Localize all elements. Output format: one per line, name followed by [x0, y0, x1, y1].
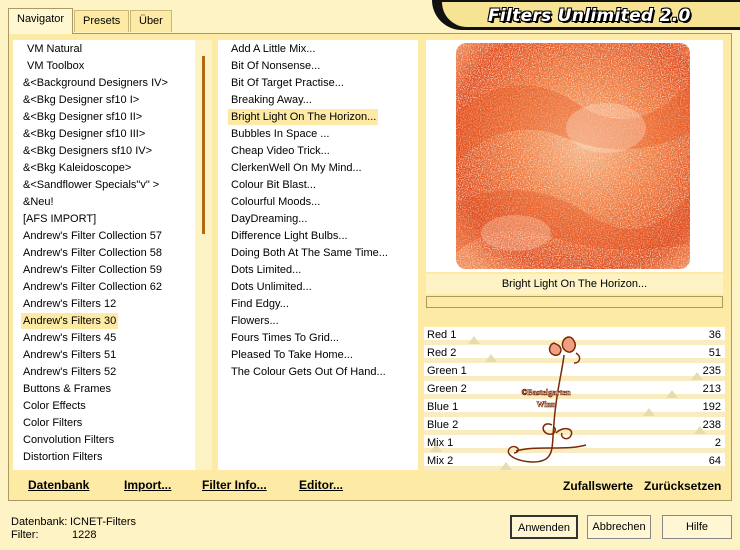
- category-item[interactable]: VM Toolbox: [25, 58, 86, 74]
- category-item[interactable]: Andrew's Filters 30: [21, 313, 119, 329]
- category-scrollbar[interactable]: [195, 40, 212, 470]
- category-item[interactable]: Andrew's Filters 12: [21, 296, 118, 312]
- random-values-button[interactable]: Zufallswerte: [563, 479, 633, 493]
- preview-caption: Bright Light On The Horizon...: [426, 274, 723, 294]
- slider-knob[interactable]: [690, 372, 703, 380]
- svg-text:Winn: Winn: [537, 400, 557, 409]
- app-title: Filters Unlimited 2.0: [488, 6, 691, 26]
- filters-unlimited-window: Navigator Presets Über Filters Unlimited…: [0, 0, 740, 550]
- category-item[interactable]: [AFS IMPORT]: [21, 211, 98, 227]
- filter-item[interactable]: Pleased To Take Home...: [228, 347, 378, 363]
- category-item[interactable]: Buttons & Frames: [21, 381, 113, 397]
- scrollbar-thumb[interactable]: [202, 56, 205, 234]
- svg-text:©Bastelgarten: ©Bastelgarten: [521, 388, 571, 397]
- slider-knob[interactable]: [642, 408, 655, 416]
- category-item[interactable]: &<Bkg Designer sf10 I>: [21, 92, 141, 108]
- tab-navigator[interactable]: Navigator: [8, 8, 74, 34]
- category-item[interactable]: &<Bkg Kaleidoscope>: [21, 160, 133, 176]
- filter-item[interactable]: Bit Of Nonsense...: [228, 58, 378, 74]
- category-item[interactable]: Color Filters: [21, 415, 84, 431]
- filter-item[interactable]: Doing Both At The Same Time...: [228, 245, 388, 261]
- category-item[interactable]: &<Background Designers IV>: [21, 75, 170, 91]
- filter-list[interactable]: Add A Little Mix... Bit Of Nonsense... Bit…: [218, 40, 418, 470]
- filter-item[interactable]: Colourful Moods...: [228, 194, 378, 210]
- status-filter-label: Filter:: [11, 529, 39, 541]
- slider-label: Red 2: [427, 347, 457, 359]
- filter-item[interactable]: The Colour Gets Out Of Hand...: [228, 364, 386, 380]
- filter-item[interactable]: DayDreaming...: [228, 211, 378, 227]
- category-item[interactable]: Andrew's Filters 45: [21, 330, 118, 346]
- tab-about[interactable]: Über: [130, 10, 172, 32]
- filter-item[interactable]: Difference Light Bulbs...: [228, 228, 378, 244]
- filter-item[interactable]: Colour Bit Blast...: [228, 177, 378, 193]
- category-list[interactable]: VM Natural VM Toolbox &<Background Designe…: [13, 40, 212, 470]
- progress-bar: [426, 296, 723, 308]
- slider-value: 36: [708, 329, 721, 341]
- category-item[interactable]: Andrew's Filter Collection 59: [21, 262, 164, 278]
- status-filter-count: Filter: 1228: [11, 529, 96, 541]
- filter-info-button[interactable]: Filter Info...: [202, 478, 267, 492]
- slider-label: Blue 2: [427, 419, 459, 431]
- slider-label: Blue 1: [427, 401, 459, 413]
- watermark-logo: ©Bastelgarten Winn: [507, 336, 587, 463]
- category-item[interactable]: &Neu!: [21, 194, 56, 210]
- slider-value: 51: [708, 347, 721, 359]
- editor-button[interactable]: Editor...: [299, 478, 343, 492]
- category-item[interactable]: Convolution Filters: [21, 432, 116, 448]
- slider-label: Green 2: [427, 383, 467, 395]
- slider-value: 213: [702, 383, 721, 395]
- status-database: Datenbank: ICNET-Filters: [11, 516, 136, 528]
- category-item[interactable]: Andrew's Filter Collection 58: [21, 245, 164, 261]
- category-item[interactable]: Andrew's Filter Collection 57: [21, 228, 164, 244]
- status-filter-value: 1228: [72, 529, 97, 541]
- category-item[interactable]: &<Sandflower Specials"v" >: [21, 177, 161, 193]
- slider-knob[interactable]: [468, 336, 481, 344]
- database-button[interactable]: Datenbank: [28, 478, 89, 492]
- preview-noise-image: [456, 43, 690, 269]
- filter-item[interactable]: Dots Limited...: [228, 262, 378, 278]
- slider-value: 2: [714, 437, 721, 449]
- filter-item[interactable]: Add A Little Mix...: [228, 41, 378, 57]
- category-item[interactable]: Color Effects: [21, 398, 88, 414]
- category-item[interactable]: Distortion Filters: [21, 449, 104, 465]
- brand-banner: Filters Unlimited 2.0: [432, 0, 740, 30]
- category-item[interactable]: &<Bkg Designer sf10 II>: [21, 109, 144, 125]
- filter-item[interactable]: Bubbles In Space ...: [228, 126, 378, 142]
- filter-item[interactable]: Fours Times To Grid...: [228, 330, 378, 346]
- import-button[interactable]: Import...: [124, 478, 171, 492]
- slider-label: Mix 2: [427, 455, 454, 467]
- category-item[interactable]: VM Natural: [25, 41, 84, 57]
- apply-button[interactable]: Anwenden: [510, 515, 578, 539]
- category-item[interactable]: &<Bkg Designers sf10 IV>: [21, 143, 154, 159]
- filter-item[interactable]: ClerkenWell On My Mind...: [228, 160, 378, 176]
- slider-knob[interactable]: [666, 390, 679, 398]
- filter-item[interactable]: Dots Unlimited...: [228, 279, 378, 295]
- brand-banner-inner: Filters Unlimited 2.0: [442, 2, 740, 27]
- slider-value: 192: [702, 401, 721, 413]
- slider-value: 64: [708, 455, 721, 467]
- filter-item[interactable]: Bright Light On The Horizon...: [228, 109, 378, 125]
- slider-value: 235: [702, 365, 721, 377]
- status-database-value: ICNET-Filters: [70, 516, 136, 528]
- slider-label: Red 1: [427, 329, 457, 341]
- tab-presets[interactable]: Presets: [74, 10, 130, 32]
- category-item[interactable]: Andrew's Filters 51: [21, 347, 118, 363]
- filter-item[interactable]: Flowers...: [228, 313, 378, 329]
- filter-item[interactable]: Breaking Away...: [228, 92, 378, 108]
- reset-button[interactable]: Zurücksetzen: [644, 479, 721, 493]
- filter-item[interactable]: Bit Of Target Practise...: [228, 75, 378, 91]
- category-item[interactable]: Andrew's Filter Collection 62: [21, 279, 164, 295]
- status-database-label: Datenbank:: [11, 516, 68, 528]
- tab-bar: Navigator Presets Über: [0, 0, 430, 34]
- filter-item[interactable]: Cheap Video Trick...: [228, 143, 378, 159]
- preview-image: [456, 43, 690, 269]
- category-item[interactable]: &<Bkg Designer sf10 III>: [21, 126, 147, 142]
- cancel-button[interactable]: Abbrechen: [587, 515, 651, 539]
- slider-value: 238: [702, 419, 721, 431]
- help-button[interactable]: Hilfe: [662, 515, 732, 539]
- filter-item[interactable]: Find Edgy...: [228, 296, 378, 312]
- category-item[interactable]: Andrew's Filters 52: [21, 364, 118, 380]
- slider-label: Mix 1: [427, 437, 454, 449]
- slider-label: Green 1: [427, 365, 467, 377]
